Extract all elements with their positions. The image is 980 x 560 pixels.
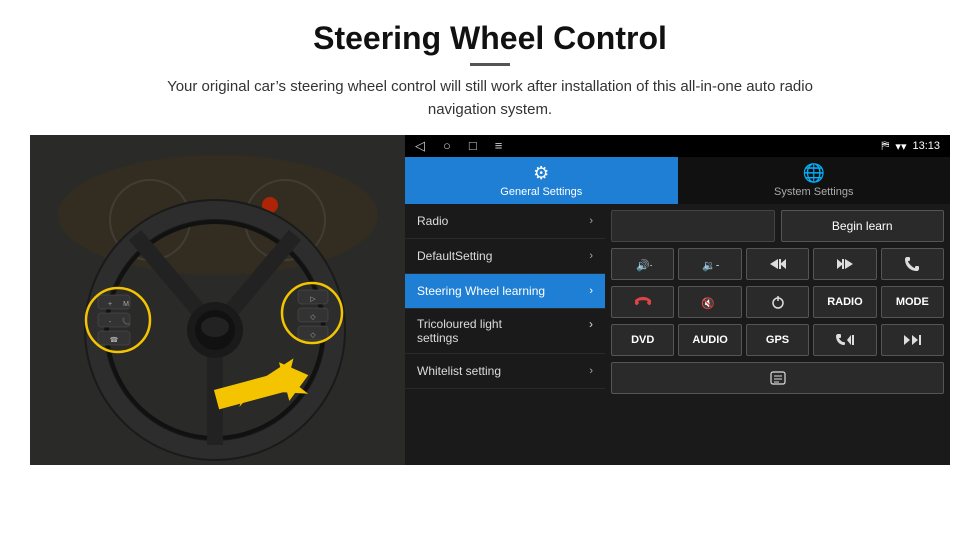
status-bar: ◁ ○ □ ≡ ⛿ ▾▾ 13:13 [405,135,950,157]
menu-icon[interactable]: ≡ [495,138,503,154]
tab-system-settings[interactable]: 🌐 System Settings [678,157,951,204]
radio-button[interactable]: RADIO [813,286,876,318]
vol-down-icon: 🔉− [701,255,719,273]
mode-button[interactable]: MODE [881,286,944,318]
menu-radio-label: Radio [417,214,448,228]
svg-text:+: + [108,301,112,308]
gps-icon: ⛿ [881,140,889,153]
status-right: ⛿ ▾▾ 13:13 [881,140,940,153]
phone-prev-button[interactable] [813,324,876,356]
phone-button[interactable] [881,248,944,280]
signal-icon: ▾▾ [895,140,906,153]
ctrl-row-4: DVD AUDIO GPS [611,324,944,356]
controls-panel: Begin learn 🔊+ 🔉− [605,204,950,465]
gps-button[interactable]: GPS [746,324,809,356]
back-icon[interactable]: ◁ [415,138,425,154]
power-icon [770,294,786,310]
header-section: Steering Wheel Control Your original car… [30,20,950,121]
svg-text:◇: ◇ [310,314,316,321]
next-icon [836,257,854,271]
menu-item-radio[interactable]: Radio › [405,204,605,239]
mute-icon: 🔇 [701,294,719,310]
gear-icon: ⚙ [533,163,549,184]
content-row: + M - 📞 ☎ ▷ ◇ ◇ [30,135,950,465]
recents-icon[interactable]: □ [469,138,477,154]
chevron-icon: › [589,250,593,262]
skip-end-button[interactable] [881,324,944,356]
menu-item-defaultsetting[interactable]: DefaultSetting › [405,239,605,274]
mute-button[interactable]: 🔇 [678,286,741,318]
menu-item-steering-wheel[interactable]: Steering Wheel learning › [405,274,605,309]
power-button[interactable] [746,286,809,318]
audio-button[interactable]: AUDIO [678,324,741,356]
top-row: Begin learn [611,210,944,242]
skip-end-icon [902,333,922,347]
tab-general-label: General Settings [500,186,582,198]
svg-text:▷: ▷ [310,296,316,303]
chevron-icon: › [589,215,593,227]
menu-whitelist-label: Whitelist setting [417,364,501,378]
dvd-button[interactable]: DVD [611,324,674,356]
begin-learn-button[interactable]: Begin learn [781,210,945,242]
next-track-button[interactable] [813,248,876,280]
home-icon[interactable]: ○ [443,138,451,154]
prev-icon [769,257,787,271]
empty-input-box [611,210,775,242]
page-container: Steering Wheel Control Your original car… [0,0,980,475]
chevron-icon: › [589,285,593,297]
call-end-icon [635,294,651,310]
nav-icons: ◁ ○ □ ≡ [415,138,502,154]
prev-track-button[interactable] [746,248,809,280]
android-screen: ◁ ○ □ ≡ ⛿ ▾▾ 13:13 ⚙ General Settings [405,135,950,465]
svg-text:M: M [123,301,129,308]
page-title: Steering Wheel Control [30,20,950,57]
menu-default-label: DefaultSetting [417,249,492,263]
svg-text:🔇: 🔇 [701,297,715,310]
vol-up-icon: 🔊+ [634,255,652,273]
chevron-icon: › [589,317,593,345]
list-button[interactable] [611,362,944,394]
phone-icon [904,256,920,272]
vol-down-button[interactable]: 🔉− [678,248,741,280]
chevron-icon: › [589,365,593,377]
tab-general-settings[interactable]: ⚙ General Settings [405,157,678,204]
subtitle-text: Your original car’s steering wheel contr… [140,76,840,121]
phone-prev-icon [835,333,855,347]
vol-up-button[interactable]: 🔊+ [611,248,674,280]
menu-list: Radio › DefaultSetting › Steering Wheel … [405,204,605,465]
globe-icon: 🌐 [803,163,825,184]
tab-bar: ⚙ General Settings 🌐 System Settings [405,157,950,204]
svg-text:🔉−: 🔉− [702,260,719,272]
menu-item-tricoloured[interactable]: Tricoloured lightsettings › [405,309,605,354]
svg-text:📞: 📞 [122,317,131,326]
menu-steering-label: Steering Wheel learning [417,284,545,298]
steering-wheel-svg: + M - 📞 ☎ ▷ ◇ ◇ [30,135,405,465]
ctrl-row-5 [611,362,944,394]
svg-text:🔊+: 🔊+ [636,258,652,272]
list-icon [769,370,787,386]
menu-tricoloured-label: Tricoloured lightsettings [417,317,502,345]
menu-item-whitelist[interactable]: Whitelist setting › [405,354,605,389]
svg-text:☎: ☎ [110,336,119,344]
title-divider [470,63,510,66]
ctrl-row-2: 🔊+ 🔉− [611,248,944,280]
svg-text:◇: ◇ [310,332,316,339]
ctrl-row-3: 🔇 RADIO MODE [611,286,944,318]
main-content: Radio › DefaultSetting › Steering Wheel … [405,204,950,465]
tab-system-label: System Settings [774,186,853,198]
menu-tricoloured-row: Tricoloured lightsettings › [417,317,593,345]
steering-wheel-image: + M - 📞 ☎ ▷ ◇ ◇ [30,135,405,465]
clock: 13:13 [912,140,940,152]
call-end-button[interactable] [611,286,674,318]
